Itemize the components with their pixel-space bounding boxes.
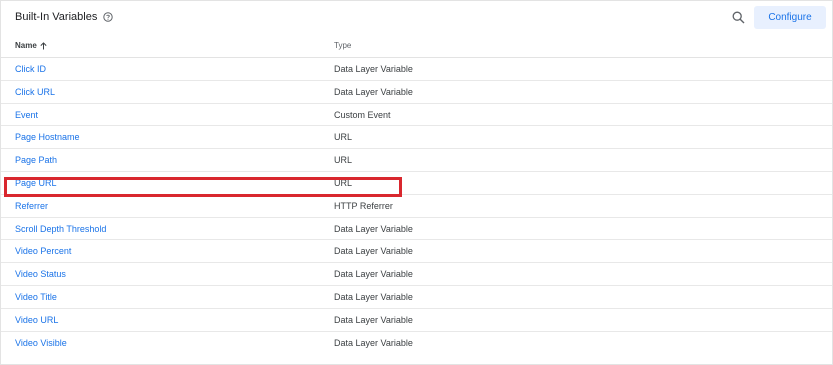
variable-name-link[interactable]: Page Path <box>15 155 57 165</box>
search-icon <box>732 11 744 23</box>
variable-type: Data Layer Variable <box>334 223 413 234</box>
table-row[interactable]: Click URL Data Layer Variable <box>1 81 832 104</box>
variable-name-link[interactable]: Video Percent <box>15 246 71 256</box>
arrow-up-icon <box>40 41 47 49</box>
table-row[interactable]: Video Status Data Layer Variable <box>1 263 832 286</box>
variable-type: Data Layer Variable <box>334 246 413 257</box>
table-header: Name Type <box>1 35 832 58</box>
variable-type: URL <box>334 155 353 166</box>
variable-name-link[interactable]: Video Visible <box>15 338 67 348</box>
table-row[interactable]: Scroll Depth Threshold Data Layer Variabl… <box>1 218 832 241</box>
variable-name-link[interactable]: Referrer <box>15 201 48 211</box>
table-body: Click ID Data Layer Variable Click URL Data… <box>1 58 832 354</box>
variable-name-link[interactable]: Page Hostname <box>15 132 80 142</box>
variable-type: URL <box>334 177 353 188</box>
variable-type: Data Layer Variable <box>334 337 413 348</box>
table-row[interactable]: Video Title Data Layer Variable <box>1 286 832 309</box>
table-row[interactable]: Video URL Data Layer Variable <box>1 309 832 332</box>
variable-name-link[interactable]: Video URL <box>15 315 58 325</box>
variable-name-link[interactable]: Video Title <box>15 292 57 302</box>
column-header-type: Type <box>334 41 352 50</box>
search-button[interactable] <box>729 8 747 26</box>
card-header: Built-In Variables Configure <box>1 1 832 35</box>
variable-type: HTTP Referrer <box>334 200 393 211</box>
card-title: Built-In Variables <box>15 11 114 23</box>
variable-type: Custom Event <box>334 109 391 120</box>
table-row[interactable]: Video Visible Data Layer Variable <box>1 332 832 355</box>
variable-name-link[interactable]: Click URL <box>15 87 55 97</box>
table-row[interactable]: Referrer HTTP Referrer <box>1 195 832 218</box>
table-row[interactable]: Page Hostname URL <box>1 126 832 150</box>
variable-name-link[interactable]: Video Status <box>15 269 66 279</box>
help-icon[interactable] <box>103 12 114 22</box>
variable-type: Data Layer Variable <box>334 86 413 97</box>
built-in-variables-card: Built-In Variables Configure Name Type C… <box>0 0 833 365</box>
table-row[interactable]: Page URL URL <box>1 172 832 195</box>
variable-type: Data Layer Variable <box>334 291 413 302</box>
configure-button[interactable]: Configure <box>754 6 826 29</box>
table-row[interactable]: Event Custom Event <box>1 104 832 127</box>
variable-name-link[interactable]: Click ID <box>15 64 46 74</box>
variable-type: Data Layer Variable <box>334 64 413 74</box>
table-row[interactable]: Video Percent Data Layer Variable <box>1 240 832 264</box>
variable-type: URL <box>334 132 353 143</box>
column-header-name-label: Name <box>15 41 37 50</box>
variable-type: Data Layer Variable <box>334 314 413 325</box>
variable-name-link[interactable]: Event <box>15 110 38 120</box>
column-header-name[interactable]: Name <box>15 41 47 50</box>
card-title-text: Built-In Variables <box>15 11 98 23</box>
variable-type: Data Layer Variable <box>334 269 413 280</box>
variable-name-link[interactable]: Scroll Depth Threshold <box>15 224 106 234</box>
table-row[interactable]: Page Path URL <box>1 149 832 172</box>
table-row[interactable]: Click ID Data Layer Variable <box>1 58 832 81</box>
variable-name-link[interactable]: Page URL <box>15 178 57 188</box>
